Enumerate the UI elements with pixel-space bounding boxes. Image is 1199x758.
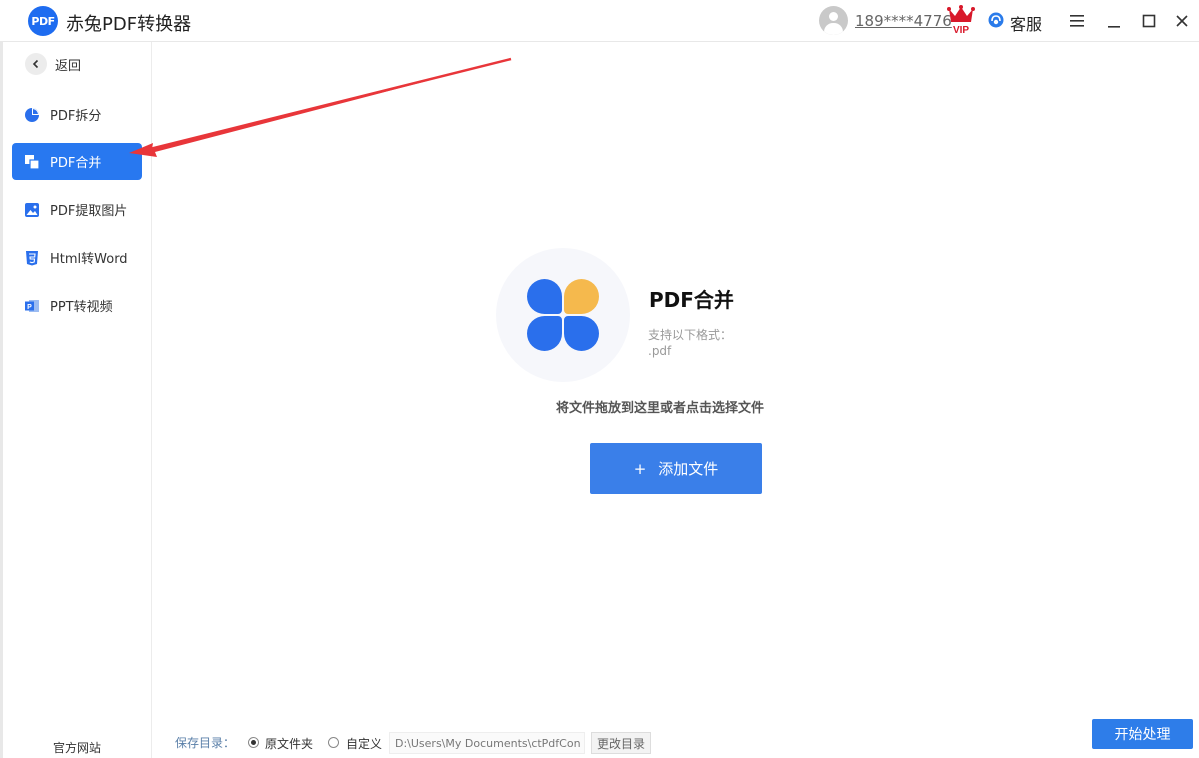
change-directory-button[interactable]: 更改目录 (591, 732, 651, 754)
customer-service-button[interactable]: 客服 (1010, 11, 1042, 35)
user-avatar-icon[interactable] (819, 6, 848, 35)
svg-text:P: P (27, 304, 32, 311)
sidebar-item-label: Html转Word (50, 252, 128, 267)
close-icon[interactable] (1172, 11, 1192, 31)
radio-original-folder-label[interactable]: 原文件夹 (265, 735, 313, 752)
add-file-button[interactable]: + 添加文件 (590, 443, 762, 494)
sidebar: 返回 PDF拆分 PDF合并 PDF提取图片 Html转Word P PPT转视… (0, 42, 152, 758)
sidebar-item-label: PDF拆分 (50, 109, 102, 124)
minimize-icon[interactable] (1104, 11, 1124, 31)
maximize-icon[interactable] (1139, 11, 1159, 31)
headset-icon[interactable] (988, 12, 1004, 28)
feature-icon-backdrop (496, 248, 630, 382)
radio-custom-folder[interactable] (328, 737, 339, 748)
ppt-icon: P (24, 298, 40, 314)
supported-formats-value: .pdf (648, 344, 672, 358)
vip-crown-icon[interactable]: VIP (947, 5, 975, 35)
merge-petal-icon (564, 279, 599, 314)
official-website-link[interactable]: 官方网站 (53, 739, 101, 756)
vip-badge-text: VIP (953, 25, 969, 35)
sidebar-item-pdf-merge[interactable]: PDF合并 (12, 143, 142, 180)
back-label: 返回 (55, 58, 82, 74)
sidebar-item-pdf-extract-images[interactable]: PDF提取图片 (12, 191, 142, 228)
merge-petal-icon (527, 279, 562, 314)
sidebar-item-label: PDF提取图片 (50, 204, 128, 219)
sidebar-item-ppt-to-video[interactable]: P PPT转视频 (12, 287, 142, 324)
merge-icon (24, 154, 40, 170)
sidebar-item-label: PPT转视频 (50, 300, 113, 315)
save-directory-label: 保存目录： (175, 736, 236, 750)
html5-icon (24, 250, 40, 266)
supported-formats-label: 支持以下格式： (648, 328, 733, 342)
app-title: 赤兔PDF转换器 (66, 14, 192, 35)
merge-petal-icon (527, 316, 562, 351)
title-bar: PDF 赤兔PDF转换器 189****4776 VIP 客服 (0, 0, 1199, 42)
start-processing-button[interactable]: 开始处理 (1092, 719, 1193, 749)
feature-title: PDF合并 (649, 288, 734, 312)
radio-custom-folder-label[interactable]: 自定义 (346, 735, 382, 752)
merge-petal-icon (564, 316, 599, 351)
menu-icon[interactable] (1067, 11, 1087, 31)
plus-icon: + (633, 459, 647, 478)
image-icon (24, 202, 40, 218)
drop-zone-hint[interactable]: 将文件拖放到这里或者点击选择文件 (556, 397, 764, 416)
annotation-arrow-icon (129, 57, 512, 157)
app-logo: PDF (28, 6, 58, 36)
sidebar-item-label: PDF合并 (50, 156, 102, 171)
user-phone-link[interactable]: 189****4776 (855, 12, 952, 30)
output-path-field[interactable]: D:\Users\My Documents\ctPdfCon (389, 732, 585, 754)
sidebar-item-pdf-split[interactable]: PDF拆分 (12, 96, 142, 133)
radio-original-folder[interactable] (248, 737, 259, 748)
back-button[interactable]: 返回 (25, 53, 81, 75)
add-file-label: 添加文件 (658, 460, 719, 478)
pie-icon (24, 107, 40, 123)
sidebar-item-html-to-word[interactable]: Html转Word (12, 239, 142, 276)
chevron-left-icon (25, 53, 47, 75)
app-window: PDF 赤兔PDF转换器 189****4776 VIP 客服 返回 PDF拆分… (0, 0, 1199, 758)
